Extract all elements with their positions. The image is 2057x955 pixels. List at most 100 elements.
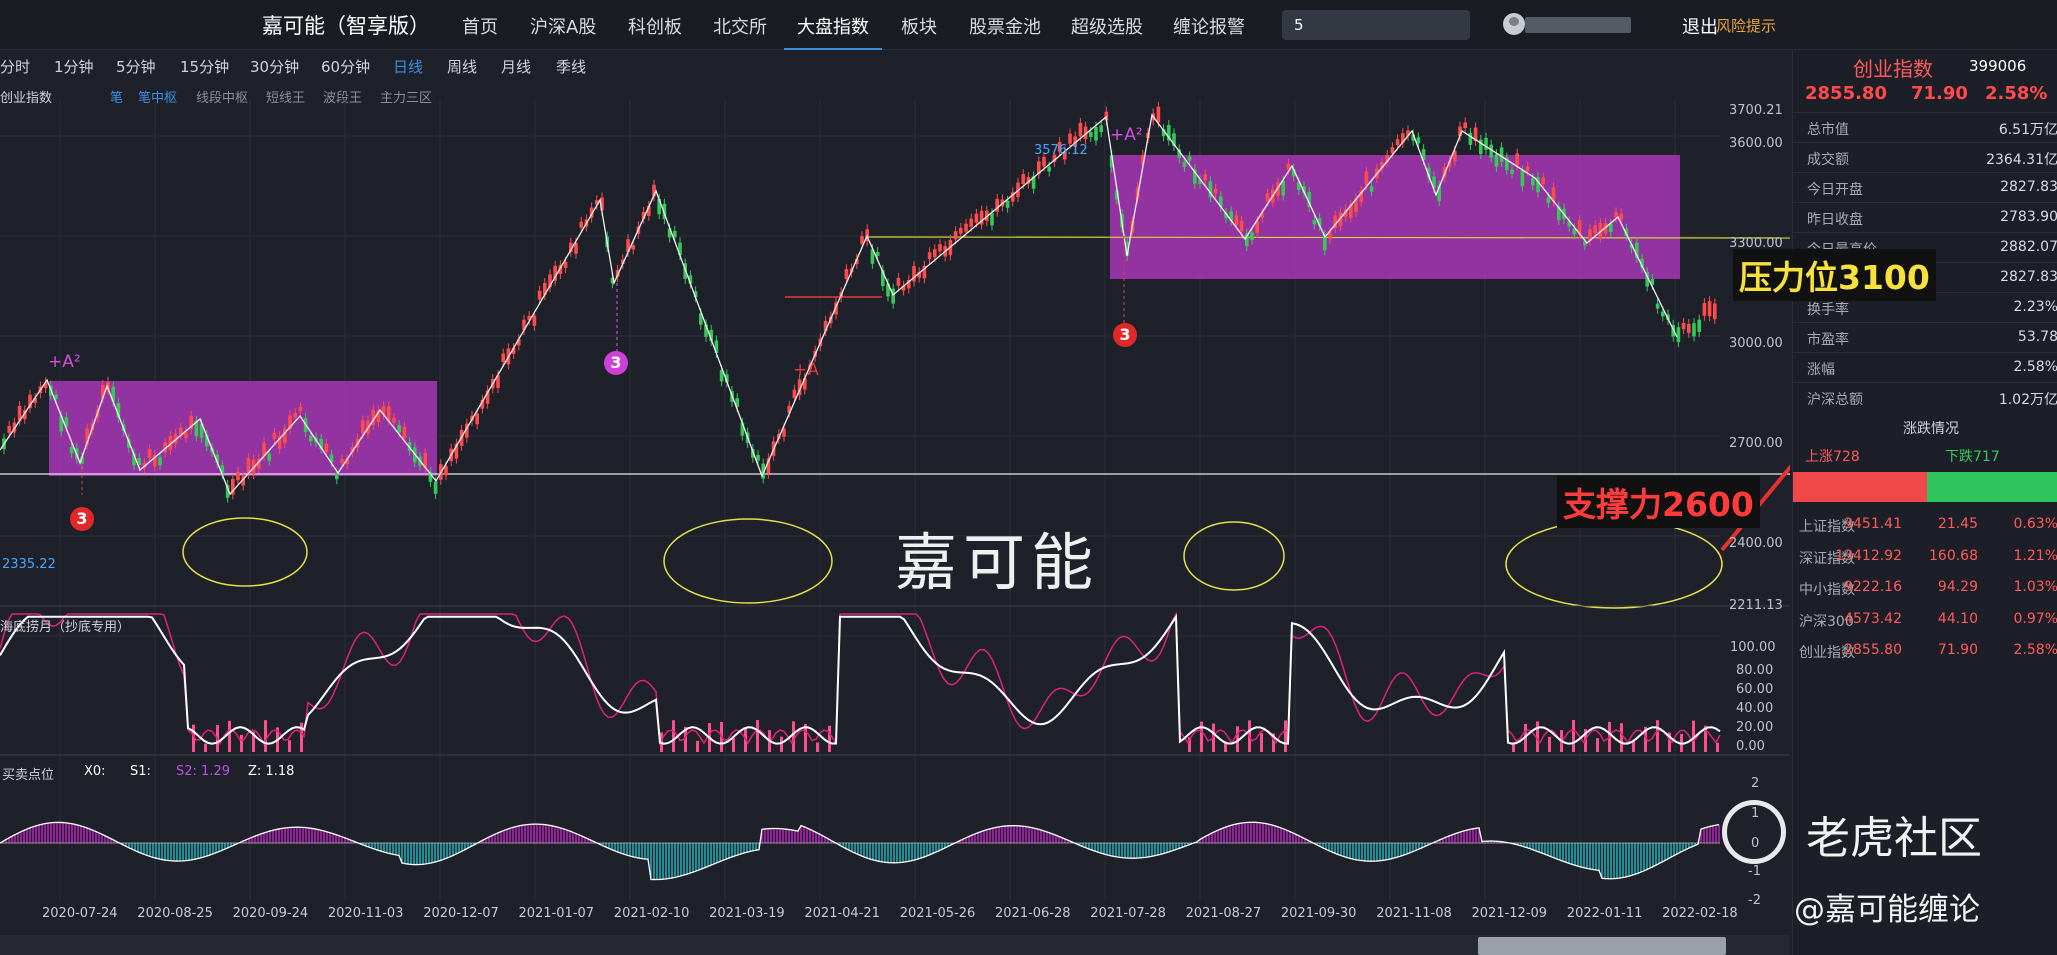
- period-60min[interactable]: 60分钟: [321, 56, 370, 77]
- candle-body: [1156, 106, 1161, 123]
- ytick-2700: 2700.00: [1729, 436, 1783, 451]
- index-r: 2.58%: [2013, 642, 2057, 658]
- candle-body: [1593, 225, 1597, 234]
- candle-body: [1687, 323, 1691, 333]
- candle-body: [990, 213, 994, 226]
- period-1min[interactable]: 1分钟: [54, 56, 94, 77]
- period-intraday[interactable]: 分时: [0, 56, 30, 77]
- ytick-2211: 2211.13: [1729, 598, 1783, 613]
- osc-bar: [1716, 742, 1719, 752]
- candle-body: [1707, 301, 1712, 317]
- candle-body: [927, 252, 932, 260]
- x-date-label: 2022-01-11: [1566, 906, 1643, 921]
- candle-body: [501, 353, 505, 363]
- candle-body: [1187, 156, 1192, 161]
- candle-body: [1021, 174, 1025, 185]
- stat-key: 涨幅: [1807, 362, 1835, 378]
- nav-bse[interactable]: 北交所: [713, 13, 767, 39]
- x-date-label: 2021-03-19: [709, 906, 785, 921]
- stat-row: 市盈率 53.78: [1793, 322, 2057, 352]
- index-row[interactable]: 中小指数 9222.16 94.29 1.03%: [1793, 571, 2057, 604]
- candle-body: [444, 466, 448, 476]
- index-p: 9222.16: [1844, 579, 1902, 595]
- bottom-ellipse-4: [1505, 519, 1723, 609]
- stat-value: 2.23%: [2013, 299, 2057, 315]
- index-row[interactable]: 创业指数 2855.80 71.90 2.58%: [1793, 634, 2057, 667]
- period-30min[interactable]: 30分钟: [250, 56, 299, 77]
- scrollbar-thumb[interactable]: [1478, 937, 1726, 955]
- search-input[interactable]: 5: [1282, 10, 1470, 40]
- osc-bar: [792, 721, 795, 752]
- period-15min[interactable]: 15分钟: [180, 56, 229, 77]
- candle-body: [1713, 303, 1717, 320]
- nav-index[interactable]: 大盘指数: [797, 13, 869, 39]
- ytick-2400: 2400.00: [1729, 536, 1783, 551]
- bottom-ellipse-2: [663, 518, 833, 604]
- macd-ytick-m1: -1: [1748, 864, 1761, 879]
- nav-home[interactable]: 首页: [462, 13, 498, 39]
- bottom-ellipse-1: [182, 517, 308, 587]
- user-avatar-icon[interactable]: [1503, 13, 1525, 35]
- candle-body: [631, 245, 635, 250]
- index-c: 71.90: [1937, 642, 1978, 658]
- x-date-label: 2021-08-27: [1185, 906, 1262, 921]
- x-date-label: 2021-11-08: [1376, 906, 1452, 921]
- stat-key: 成交额: [1807, 152, 1849, 168]
- x-date-label: 2020-08-25: [137, 906, 213, 921]
- index-row[interactable]: 沪深300 4573.42 44.10 0.97%: [1793, 603, 2057, 636]
- index-c: 94.29: [1937, 579, 1978, 595]
- candle-body: [272, 433, 277, 439]
- period-monthly[interactable]: 月线: [501, 56, 531, 77]
- logout-button[interactable]: 退出: [1682, 13, 1718, 39]
- marker-a: +A: [793, 360, 819, 380]
- app-window: 嘉可能（智享版） 首页 沪深A股 科创板 北交所 大盘指数 板块 股票金池 超级…: [0, 0, 2057, 955]
- candle-body: [1520, 170, 1525, 187]
- x-date-label: 2021-04-21: [804, 906, 880, 921]
- candle-body: [69, 446, 74, 454]
- candle-body: [1089, 131, 1093, 137]
- index-r: 1.21%: [2013, 547, 2057, 564]
- period-5min[interactable]: 5分钟: [116, 56, 156, 77]
- candle-body: [1463, 122, 1467, 129]
- stat-row: 今日开盘 2827.83: [1793, 172, 2057, 202]
- top-nav: 嘉可能（智享版） 首页 沪深A股 科创板 北交所 大盘指数 板块 股票金池 超级…: [0, 0, 2057, 50]
- candle-body: [1203, 174, 1207, 181]
- candle-body: [293, 413, 297, 418]
- app-brand: 嘉可能（智享版）: [262, 14, 430, 38]
- osc-ytick-60: 60.00: [1736, 682, 1774, 697]
- candle-body: [1395, 139, 1400, 146]
- index-row[interactable]: 深证指数 13412.92 160.68 1.21%: [1793, 540, 2057, 573]
- osc-bar: [780, 736, 783, 752]
- x-date-label: 2021-09-30: [1280, 906, 1357, 921]
- candle-body: [1213, 188, 1218, 194]
- nav-chan-alert[interactable]: 缠论报警: [1173, 13, 1245, 39]
- period-weekly[interactable]: 周线: [447, 56, 477, 77]
- candle-body: [1364, 171, 1369, 186]
- osc-bar: [240, 734, 243, 752]
- index-row[interactable]: 上证指数 3451.41 21.45 0.63%: [1793, 508, 2057, 541]
- legend-s2: S2: 1.29: [176, 764, 230, 779]
- tiger-watermark: 老虎社区: [1806, 813, 1982, 864]
- x-date-label: 2020-07-24: [42, 906, 118, 921]
- candle-body: [896, 277, 901, 286]
- nav-hs-a[interactable]: 沪深A股: [530, 13, 596, 39]
- risk-warning-link[interactable]: 风险提示: [1716, 15, 1776, 36]
- period-quarterly[interactable]: 季线: [556, 56, 586, 77]
- index-c: 21.45: [1937, 516, 1978, 532]
- osc-bar: [732, 738, 735, 752]
- nav-sector[interactable]: 板块: [901, 13, 937, 39]
- pressure-callout: 压力位3100: [1733, 249, 1936, 301]
- period-daily[interactable]: 日线: [393, 56, 423, 77]
- nav-stock-pool[interactable]: 股票金池: [969, 13, 1041, 39]
- macd-panel-title[interactable]: 买卖点位: [2, 764, 54, 783]
- osc-bar: [1200, 721, 1203, 752]
- ytick-3700: 3700.21: [1729, 103, 1783, 118]
- kline-chart[interactable]: [0, 100, 1790, 900]
- candle-body: [537, 290, 542, 300]
- candle-body: [959, 227, 963, 234]
- nav-star-market[interactable]: 科创板: [628, 13, 682, 39]
- nav-stock-picker[interactable]: 超级选股: [1071, 13, 1143, 39]
- stat-value: 2882.07: [2000, 239, 2057, 255]
- stat-value: 6.51万亿: [1998, 122, 2057, 138]
- osc-bar: [756, 720, 759, 752]
